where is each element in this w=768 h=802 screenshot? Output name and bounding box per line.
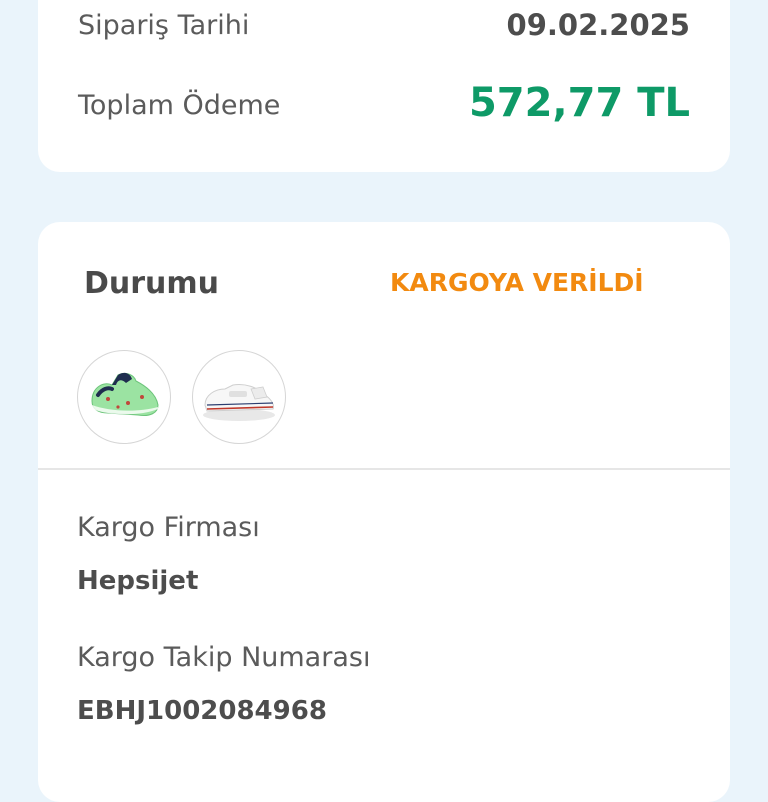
carrier-value: Hepsijet bbox=[77, 566, 199, 596]
order-summary-card: Sipariş Tarihi 09.02.2025 Toplam Ödeme 5… bbox=[38, 0, 730, 172]
status-label: Durumu bbox=[84, 266, 220, 301]
shipment-card: Durumu KARGOYA VERİLDİ Kargo Firması Hep… bbox=[38, 222, 730, 802]
status-badge: KARGOYA VERİLDİ bbox=[390, 268, 644, 297]
section-divider bbox=[38, 468, 730, 470]
carrier-label: Kargo Firması bbox=[77, 512, 260, 543]
total-payment-label: Toplam Ödeme bbox=[78, 90, 281, 121]
order-date-value: 09.02.2025 bbox=[506, 8, 690, 42]
green-baby-shoe-icon bbox=[91, 372, 159, 416]
order-date-label: Sipariş Tarihi bbox=[78, 10, 250, 41]
tracking-number-label: Kargo Takip Numarası bbox=[77, 642, 371, 673]
tracking-number-value[interactable]: EBHJ1002084968 bbox=[77, 696, 327, 726]
product-thumbnail-white-sneaker[interactable] bbox=[192, 350, 286, 444]
white-sneaker-icon bbox=[203, 384, 275, 421]
total-payment-value: 572,77 TL bbox=[468, 80, 690, 126]
product-thumbnail-green-shoe[interactable] bbox=[77, 350, 171, 444]
